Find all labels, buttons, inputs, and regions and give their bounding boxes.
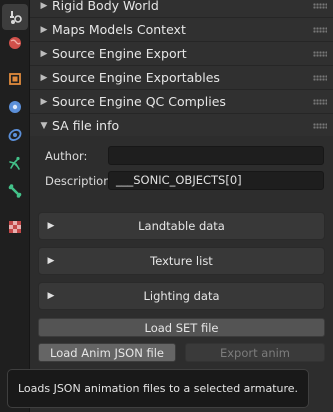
- constraints-tab[interactable]: [2, 150, 28, 176]
- drag-grip-icon[interactable]: [313, 122, 327, 129]
- panel-header-rigid-body-world[interactable]: ▶ Rigid Body World: [30, 0, 333, 18]
- tool-icon: [10, 11, 22, 24]
- load-anim-json-button[interactable]: Load Anim JSON file: [38, 343, 176, 362]
- chevron-right-icon: ▶: [47, 221, 55, 231]
- subpanel-label: Texture list: [150, 254, 213, 268]
- load-set-file-button[interactable]: Load SET file: [38, 318, 325, 337]
- bone-icon: [8, 184, 22, 198]
- tool-tab[interactable]: [2, 4, 28, 30]
- author-field[interactable]: [108, 146, 324, 165]
- description-field[interactable]: ___SONIC_OBJECTS[0]: [108, 171, 324, 190]
- chevron-right-icon: ▶: [40, 24, 48, 35]
- subpanel-label: Landtable data: [138, 219, 225, 233]
- panel-header-label: Maps Models Context: [52, 22, 186, 37]
- panel-header-source-engine-exportables[interactable]: ▶ Source Engine Exportables: [30, 66, 333, 90]
- modifiers-tab[interactable]: [2, 94, 28, 120]
- panel-header-label: SA file info: [52, 118, 120, 133]
- chevron-right-icon: ▶: [40, 72, 48, 83]
- world-tab[interactable]: [2, 30, 28, 56]
- physics-icon: [8, 129, 22, 141]
- drag-grip-icon[interactable]: [313, 2, 327, 9]
- object-tab[interactable]: [2, 66, 28, 92]
- panel-header-maps-models-context[interactable]: ▶ Maps Models Context: [30, 18, 333, 42]
- drag-grip-icon[interactable]: [313, 74, 327, 81]
- panel-header-source-engine-export[interactable]: ▶ Source Engine Export: [30, 42, 333, 66]
- properties-tab-bar: [0, 0, 30, 412]
- physics-tab[interactable]: [2, 122, 28, 148]
- drag-grip-icon[interactable]: [313, 50, 327, 57]
- subpanel-lighting-data[interactable]: ▶ Lighting data: [38, 282, 325, 310]
- properties-panel: ▶ Rigid Body World ▶ Maps Models Context…: [30, 0, 333, 412]
- panel-header-label: Rigid Body World: [52, 0, 159, 13]
- constraints-icon: [9, 156, 20, 170]
- data-tab[interactable]: [2, 178, 28, 204]
- tooltip: Loads JSON animation files to a selected…: [7, 369, 309, 408]
- checker-icon: [9, 221, 21, 233]
- panel-header-label: Source Engine QC Complies: [52, 94, 226, 109]
- texture-tab[interactable]: [2, 214, 28, 240]
- modifiers-icon: [9, 101, 21, 113]
- panel-header-source-engine-qc-complies[interactable]: ▶ Source Engine QC Complies: [30, 90, 333, 114]
- object-icon: [9, 73, 21, 85]
- panel-header-sa-file-info[interactable]: ▼ SA file info: [30, 114, 333, 138]
- subpanel-label: Lighting data: [143, 289, 220, 303]
- subpanel-landtable-data[interactable]: ▶ Landtable data: [38, 212, 325, 240]
- chevron-right-icon: ▶: [47, 291, 55, 301]
- description-label: Description:: [45, 174, 115, 188]
- chevron-right-icon: ▶: [47, 256, 55, 266]
- panel-header-label: Source Engine Export: [52, 46, 187, 61]
- export-anim-button[interactable]: Export anim: [185, 343, 325, 362]
- author-label: Author:: [45, 149, 88, 163]
- drag-grip-icon[interactable]: [313, 26, 327, 33]
- chevron-right-icon: ▶: [40, 0, 48, 11]
- chevron-right-icon: ▶: [40, 48, 48, 59]
- drag-grip-icon[interactable]: [313, 98, 327, 105]
- subpanel-texture-list[interactable]: ▶ Texture list: [38, 247, 325, 275]
- chevron-down-icon: ▼: [40, 120, 48, 131]
- world-icon: [9, 37, 21, 49]
- chevron-right-icon: ▶: [40, 96, 48, 107]
- panel-header-label: Source Engine Exportables: [52, 70, 220, 85]
